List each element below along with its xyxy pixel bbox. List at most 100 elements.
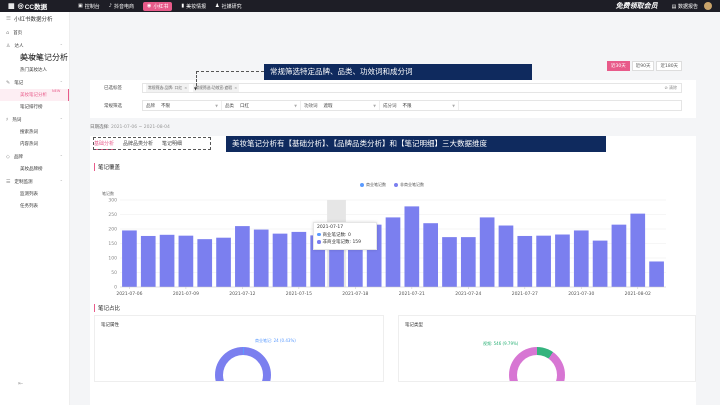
- sidebar-item-0[interactable]: ⌂ 首页: [0, 26, 69, 39]
- section-title-share: 笔记占比: [94, 304, 120, 312]
- card-note-type: 笔记类型 视频: 546 (9.79%): [398, 315, 696, 382]
- sidebar-item-label: 品牌: [13, 154, 23, 160]
- new-badge: NEW: [52, 89, 61, 93]
- bar: [649, 261, 664, 287]
- y-tick-label: 200: [108, 227, 117, 233]
- clear-tags-button[interactable]: ⊘ 清除: [664, 85, 677, 91]
- selected-tags: 常规筛选:品牌: 口红 × 常规筛选:功效宣:遮瑕 × ⊘ 清除: [142, 83, 682, 93]
- filter-tag[interactable]: 常规筛选:品牌: 口红 ×: [146, 84, 190, 92]
- filter-panel: 已选标签 常规筛选:品牌: 口红 × 常规筛选:功效宣:遮瑕 × ⊘ 清除 常规筛选 品…: [90, 80, 696, 118]
- remove-tag-icon[interactable]: ×: [184, 85, 187, 90]
- y-tick-label: 50: [111, 270, 117, 276]
- filter-select-0[interactable]: 品牌 不限 ▼: [143, 101, 222, 110]
- sidebar-item-12[interactable]: ☰ 定制监测 ⌃: [0, 175, 69, 188]
- date-range-tabs: 近30天 近90天 近180天: [605, 61, 683, 71]
- bar: [423, 223, 438, 287]
- filter-tag[interactable]: 常规筛选:功效宣:遮瑕 ×: [193, 84, 240, 92]
- bar: [555, 234, 570, 287]
- legend-item-0[interactable]: 商业笔记数: [360, 182, 386, 188]
- legend-item-1[interactable]: 非商业笔记数: [394, 182, 424, 188]
- page-title: 美妆笔记分析: [20, 53, 68, 62]
- sidebar-subitem-13[interactable]: 监测列表: [0, 188, 69, 200]
- data-report-link[interactable]: ▤ 数据报告: [672, 3, 698, 10]
- app-logo[interactable]: ▦ ◎ CC数据: [8, 1, 78, 11]
- tooltip-row: 商业笔记数: 0: [317, 232, 373, 238]
- bar: [122, 230, 137, 287]
- sidebar-subitem-5[interactable]: 美妆笔记分析 NEW: [0, 89, 69, 101]
- collapse-icon[interactable]: ☰: [6, 16, 11, 22]
- legend-label: 非商业笔记数: [400, 182, 424, 187]
- filter-tag-label: 常规筛选:功效宣:遮瑕: [195, 85, 233, 90]
- sidebar-item-1[interactable]: ♙ 达人 ⌃: [0, 39, 69, 52]
- filter-select-1[interactable]: 品类 口红 ▼: [222, 101, 301, 110]
- sidebar-subitem-9[interactable]: 内容热词: [0, 138, 69, 150]
- filter-key: 成分词: [383, 103, 397, 109]
- donut-chart-type: [509, 347, 565, 381]
- donut-label-commercial: 商业笔记: 24 (0.43%): [255, 338, 296, 343]
- sidebar-item-label: 首页: [13, 30, 23, 36]
- apps-grid-icon[interactable]: ▦: [8, 2, 15, 10]
- nav-item-2[interactable]: ◉ 小红书: [142, 1, 173, 11]
- tooltip-date: 2021-07-17: [317, 225, 344, 230]
- sidebar-subitem-6[interactable]: 笔记排行榜: [0, 101, 69, 113]
- bar: [272, 233, 288, 287]
- bar: [460, 237, 476, 287]
- sidebar-item-10[interactable]: ◇ 品牌 ⌃: [0, 150, 69, 163]
- filter-select-2[interactable]: 功效词 遮瑕 ▼: [301, 101, 380, 110]
- avatar[interactable]: [704, 2, 712, 10]
- tooltip-row: 非商业笔记数: 159: [317, 239, 373, 245]
- collapse-sidebar-icon[interactable]: ⇤: [18, 380, 23, 387]
- nav-item-1[interactable]: ♪ 抖音电商: [109, 3, 134, 10]
- sidebar-subitem-3[interactable]: 热门美妆达人: [0, 64, 69, 76]
- sidebar-subitem-11[interactable]: 美妆品牌榜: [0, 163, 69, 175]
- nav-label: 小红书: [153, 3, 169, 10]
- annotation-banner-filter: 常规筛选特定品牌、品类、功效词和成分词: [264, 64, 532, 80]
- y-tick-label: 100: [108, 256, 117, 262]
- sidebar-subitem-label: 热门美妆达人: [20, 68, 47, 73]
- x-tick-label: 2021-07-18: [342, 291, 368, 297]
- nav-label: 抖音电商: [113, 3, 134, 10]
- bar: [235, 226, 250, 287]
- data-report-label: 数据报告: [677, 3, 698, 10]
- sidebar-item-label: 达人: [14, 43, 24, 49]
- sidebar-item-label: 定制监测: [14, 179, 33, 185]
- nav-item-0[interactable]: ▣ 控制台: [78, 3, 100, 10]
- y-tick-label: 150: [108, 241, 117, 247]
- nav-label: 美妆情报: [186, 3, 207, 10]
- annotation-connector-h: [196, 71, 264, 72]
- promo-button[interactable]: 免费领取会员: [616, 1, 658, 11]
- cond-label: 常规筛选: [104, 104, 122, 109]
- date-range-label: 日期选择:: [90, 125, 110, 130]
- logo-mark-icon: ◎: [17, 3, 24, 10]
- chevron-down-icon: ▼: [373, 103, 376, 108]
- bar: [253, 229, 269, 287]
- filter-select-3[interactable]: 成分词 不限 ▼: [380, 101, 459, 110]
- tooltip-row-label: 商业笔记数: 0: [322, 232, 351, 238]
- date-range[interactable]: 日期选择: 2021-07-06 ~ 2021-08-04: [90, 124, 170, 130]
- x-tick-label: 2021-07-06: [116, 291, 142, 297]
- logo-text: CC数据: [24, 4, 48, 11]
- nav-label: 控制台: [84, 3, 100, 10]
- bar: [140, 235, 156, 287]
- sidebar-subitem-14[interactable]: 任务列表: [0, 200, 69, 212]
- date-tab-1[interactable]: 近90天: [631, 61, 655, 71]
- nav-item-3[interactable]: ▮ 美妆情报: [181, 3, 206, 10]
- date-tab-0[interactable]: 近30天: [607, 61, 630, 71]
- bar: [498, 225, 514, 287]
- sidebar-subitem-8[interactable]: 搜索热词: [0, 126, 69, 138]
- sidebar-item-7[interactable]: ♯ 热词 ⌃: [0, 113, 69, 126]
- sidebar-item-icon: ☰: [6, 178, 11, 185]
- top-nav: ▣ 控制台 ♪ 抖音电商 ◉ 小红书 ▮ 美妆情报 ♟ 社媒研究: [78, 1, 251, 11]
- remove-tag-icon[interactable]: ×: [234, 85, 237, 90]
- bar: [404, 206, 420, 287]
- legend-dot-icon: [360, 183, 364, 187]
- chevron-icon: ⌃: [59, 43, 63, 48]
- filter-value: 不限: [161, 103, 170, 109]
- sidebar-item-icon: ⌂: [6, 29, 10, 36]
- date-tab-2[interactable]: 近180天: [656, 61, 683, 71]
- sidebar-subitem-label: 任务列表: [20, 204, 38, 209]
- nav-item-4[interactable]: ♟ 社媒研究: [215, 3, 242, 10]
- chart-tooltip: 2021-07-17 商业笔记数: 0 非商业笔记数: 159: [313, 222, 377, 250]
- sidebar-item-4[interactable]: ✎ 笔记 ⌃: [0, 76, 69, 89]
- legend-label: 商业笔记数: [366, 182, 386, 187]
